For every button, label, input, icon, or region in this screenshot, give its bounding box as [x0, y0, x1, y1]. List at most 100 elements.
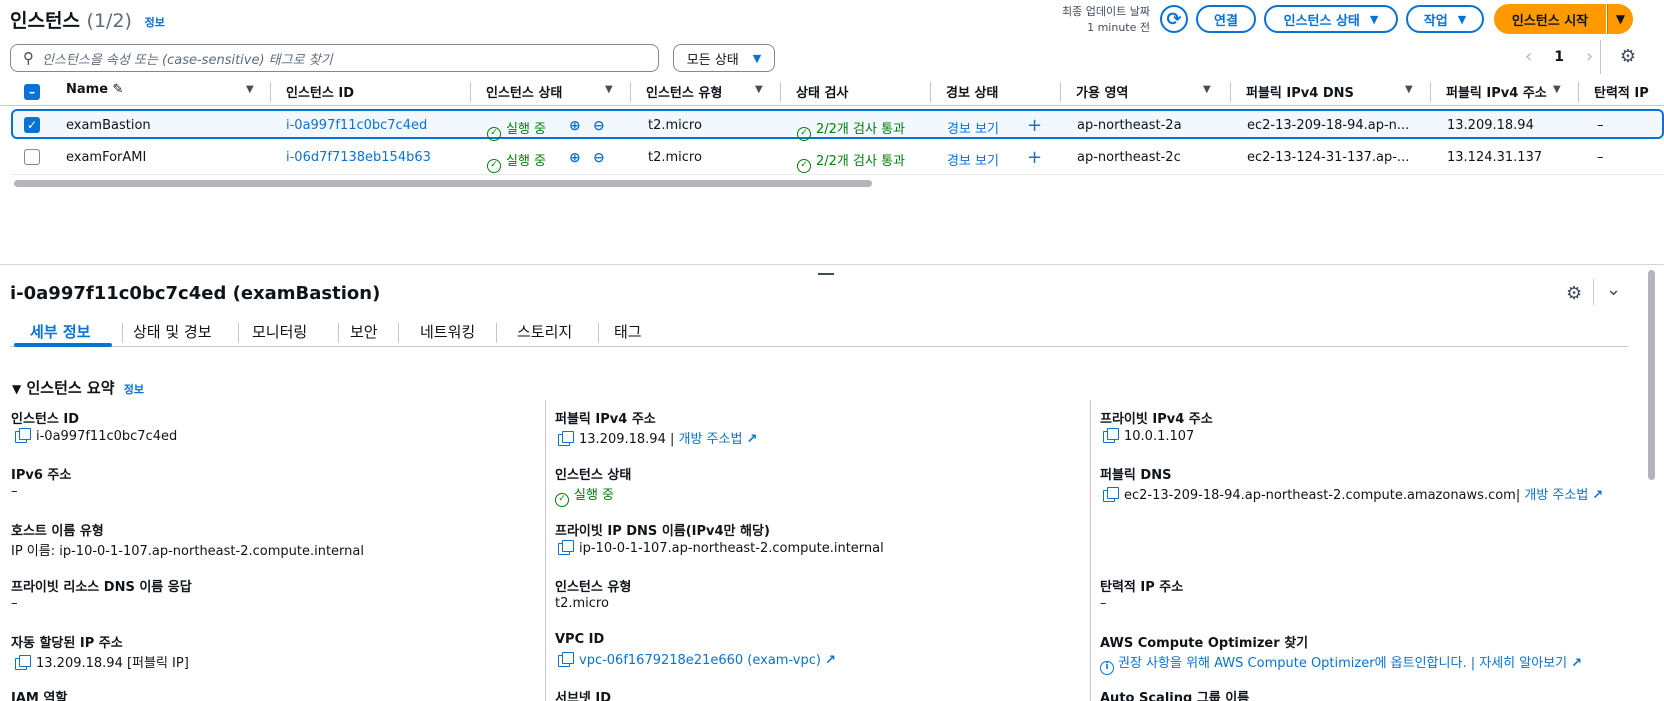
tab-networking[interactable]: 네트워킹	[420, 321, 475, 347]
column-header-state[interactable]: 인스턴스 상태	[486, 82, 562, 101]
column-header-id[interactable]: 인스턴스 ID	[286, 82, 354, 101]
column-header-az[interactable]: 가용 영역	[1076, 82, 1128, 101]
column-divider[interactable]	[470, 82, 471, 102]
view-alarms-link[interactable]: 경보 보기	[947, 118, 999, 137]
tab-divider	[598, 323, 599, 343]
launch-instances-button[interactable]: 인스턴스 시작	[1494, 4, 1606, 34]
copy-icon[interactable]	[1103, 428, 1119, 443]
open-address-link[interactable]: 개방 주소법	[679, 432, 743, 447]
chevron-right-icon[interactable]: ›	[1586, 46, 1593, 67]
column-divider[interactable]	[1430, 82, 1431, 102]
column-divider[interactable]	[1060, 82, 1061, 102]
zoom-in-icon[interactable]: ⊕	[569, 118, 581, 134]
gear-icon[interactable]: ⚙	[1566, 283, 1582, 304]
gear-icon[interactable]: ⚙	[1616, 44, 1640, 68]
column-header-name[interactable]: Name ✎	[66, 82, 123, 97]
state-running: ✓ 실행 중	[487, 150, 546, 173]
section-header[interactable]: ▼ 인스턴스 요약 정보	[12, 377, 144, 398]
field-state: ✓ 실행 중	[555, 484, 614, 507]
copy-icon[interactable]	[558, 540, 574, 555]
column-divider	[545, 400, 546, 701]
copy-icon[interactable]	[15, 655, 31, 670]
plus-icon[interactable]: +	[1027, 147, 1042, 168]
info-link[interactable]: 정보	[124, 383, 144, 396]
tab-divider	[122, 323, 123, 343]
instance-state-button[interactable]: 인스턴스 상태 ▼	[1264, 5, 1398, 33]
sort-icon[interactable]: ▼	[755, 84, 763, 95]
column-header-eip[interactable]: 탄력적 IP	[1594, 82, 1649, 101]
sort-icon[interactable]: ▼	[1203, 84, 1211, 95]
refresh-icon[interactable]: ⟳	[1160, 5, 1188, 33]
table-row[interactable]: ✓ examBastion i-0a997f11c0bc7c4ed ✓ 실행 중 …	[11, 109, 1664, 141]
tab-storage[interactable]: 스토리지	[517, 321, 572, 347]
column-header-check[interactable]: 상태 검사	[796, 82, 848, 101]
column-divider[interactable]	[1230, 82, 1231, 102]
zoom-in-icon[interactable]: ⊕	[569, 150, 581, 166]
copy-icon[interactable]	[558, 652, 574, 667]
state-filter-select[interactable]: 모든 상태 ▼	[673, 44, 775, 72]
sort-icon[interactable]: ▼	[1405, 84, 1413, 95]
instance-id-link[interactable]: i-06d7f7138eb154b63	[286, 150, 431, 165]
copy-icon[interactable]	[1103, 487, 1119, 502]
row-checkbox[interactable]	[24, 149, 40, 165]
field-vpc: vpc-06f1679218e21e660 (exam-vpc) ↗	[558, 652, 836, 668]
column-header-ip[interactable]: 퍼블릭 IPv4 주소	[1446, 82, 1547, 101]
zoom-out-icon[interactable]: ⊖	[593, 118, 605, 134]
public-dns: ec2-13-124-31-137.ap-...	[1247, 150, 1410, 165]
copy-icon[interactable]	[15, 428, 31, 443]
zoom-out-icon[interactable]: ⊖	[593, 150, 605, 166]
select-all-checkbox[interactable]: –	[24, 84, 40, 100]
plus-icon[interactable]: +	[1027, 115, 1042, 136]
row-divider	[11, 174, 1664, 175]
divider	[1600, 40, 1601, 74]
column-divider[interactable]	[930, 82, 931, 102]
pencil-icon: ✎	[112, 82, 124, 97]
caret-down-icon: ▼	[1615, 12, 1626, 26]
column-divider[interactable]	[1578, 82, 1579, 102]
chevron-down-icon[interactable]: ⌄	[1606, 279, 1621, 300]
tab-tags[interactable]: 태그	[614, 321, 642, 347]
launch-dropdown-button[interactable]: ▼	[1607, 4, 1633, 34]
info-link[interactable]: 정보	[145, 16, 165, 29]
external-link-icon[interactable]: ↗	[825, 653, 836, 668]
instance-id-link[interactable]: i-0a997f11c0bc7c4ed	[286, 118, 427, 133]
vertical-scrollbar[interactable]	[1648, 270, 1655, 480]
column-header-alarm[interactable]: 경보 상태	[946, 82, 998, 101]
search-input[interactable]: ⚲ 인스턴스을 속성 또는 (case-sensitive) 태그로 찾기	[10, 44, 659, 72]
tab-security[interactable]: 보안	[350, 321, 378, 347]
chevron-left-icon[interactable]: ‹	[1525, 46, 1532, 67]
external-link-icon[interactable]: ↗	[1592, 488, 1603, 503]
column-divider[interactable]	[630, 82, 631, 102]
field-label: IAM 역할	[11, 691, 68, 701]
tab-status-alarms[interactable]: 상태 및 경보	[133, 321, 212, 347]
vpc-link[interactable]: vpc-06f1679218e21e660 (exam-vpc)	[579, 653, 821, 668]
column-divider[interactable]	[780, 82, 781, 102]
column-header-type[interactable]: 인스턴스 유형	[646, 82, 722, 101]
horizontal-scrollbar[interactable]	[14, 180, 872, 187]
table-row[interactable]: examForAMI i-06d7f7138eb154b63 ✓ 실행 중 ⊕ ⊖…	[11, 141, 1664, 173]
column-divider[interactable]	[270, 82, 271, 102]
state-running: ✓ 실행 중	[487, 118, 546, 141]
actions-button[interactable]: 작업 ▼	[1406, 5, 1484, 33]
tab-monitoring[interactable]: 모니터링	[252, 321, 307, 347]
copy-icon[interactable]	[558, 431, 574, 446]
column-header-dns[interactable]: 퍼블릭 IPv4 DNS	[1246, 82, 1354, 101]
external-link-icon[interactable]: ↗	[1571, 656, 1582, 671]
detail-title: i-0a997f11c0bc7c4ed (examBastion)	[10, 283, 381, 304]
sort-icon[interactable]: ▼	[1553, 84, 1561, 95]
caret-down-icon: ▼	[12, 382, 22, 396]
connect-button[interactable]: 연결	[1196, 5, 1256, 33]
tab-divider	[496, 323, 497, 343]
open-address-link[interactable]: 개방 주소법	[1524, 488, 1588, 503]
column-divider	[1090, 400, 1091, 701]
field-label: 인스턴스 ID	[11, 412, 79, 427]
row-checkbox[interactable]: ✓	[24, 117, 40, 133]
last-updated: 최종 업데이트 날짜 1 minute 전	[1062, 5, 1150, 34]
learn-more-link[interactable]: 자세히 알아보기	[1479, 656, 1567, 671]
sort-icon[interactable]: ▼	[246, 84, 254, 95]
instance-type: t2.micro	[648, 118, 702, 133]
page-number[interactable]: 1	[1554, 49, 1564, 65]
sort-icon[interactable]: ▼	[605, 84, 613, 95]
view-alarms-link[interactable]: 경보 보기	[947, 150, 999, 169]
external-link-icon[interactable]: ↗	[746, 432, 757, 447]
